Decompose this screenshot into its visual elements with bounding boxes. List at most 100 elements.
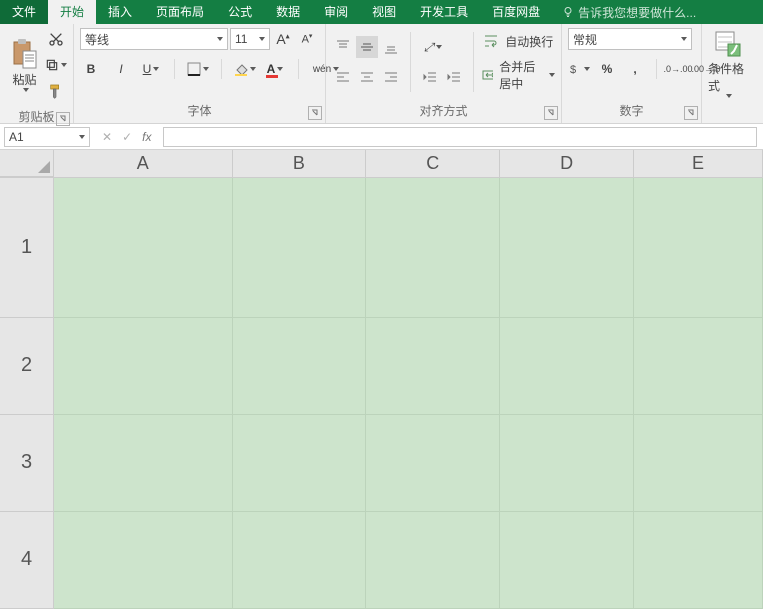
align-center-button[interactable] [356,66,378,88]
align-top-button[interactable] [332,36,354,58]
cancel-formula-button[interactable]: ✕ [102,130,112,144]
row-header[interactable]: 4 [0,511,54,608]
cell[interactable] [634,414,763,511]
tab-page-layout[interactable]: 页面布局 [144,0,216,24]
percent-button[interactable]: % [596,58,618,80]
row-header[interactable]: 2 [0,317,54,414]
tab-view[interactable]: 视图 [360,0,408,24]
formula-input[interactable] [163,127,757,147]
bold-button[interactable]: B [80,58,102,80]
align-middle-button[interactable] [356,36,378,58]
fill-color-button[interactable] [234,58,256,80]
cell[interactable] [500,414,634,511]
paste-button[interactable]: 粘贴 [6,29,43,101]
accounting-format-button[interactable]: $ [568,58,590,80]
merge-center-button[interactable]: 合并后居中 [482,58,555,92]
tab-developer[interactable]: 开发工具 [408,0,480,24]
col-header[interactable]: A [54,150,232,177]
enter-formula-button[interactable]: ✓ [122,130,132,144]
comma-button[interactable]: , [624,58,646,80]
currency-icon: $ [568,62,582,76]
dialog-launcher[interactable] [544,106,558,120]
cell[interactable] [634,317,763,414]
group-alignment: ⤢ 自动换行 合并后居中 对齐方式 [326,24,562,123]
paste-label: 粘贴 [12,71,36,88]
font-color-button[interactable]: A [264,58,286,80]
cell[interactable] [634,511,763,608]
copy-button[interactable] [45,54,67,76]
cell[interactable] [232,511,366,608]
align-right-button[interactable] [380,66,402,88]
conditional-format-button[interactable]: 条件格式 [708,28,748,100]
increase-font-button[interactable]: A▴ [272,28,294,50]
fx-button[interactable]: fx [142,130,151,144]
group-label-number: 数字 [562,100,701,123]
align-bottom-button[interactable] [380,36,402,58]
cell[interactable] [500,511,634,608]
row-header[interactable]: 3 [0,414,54,511]
formula-bar: A1 ✕ ✓ fx [0,124,763,150]
tab-baidu[interactable]: 百度网盘 [480,0,552,24]
tab-review[interactable]: 审阅 [312,0,360,24]
cond-format-icon [714,30,742,58]
font-size-combo[interactable]: 11 [230,28,270,50]
cell[interactable] [366,177,500,317]
cell[interactable] [232,177,366,317]
col-header[interactable]: D [500,150,634,177]
dialog-launcher[interactable] [308,106,322,120]
tab-bar: 文件 开始 插入 页面布局 公式 数据 审阅 视图 开发工具 百度网盘 告诉我您… [0,0,763,24]
cell[interactable] [54,511,232,608]
chevron-down-icon [549,73,555,77]
increase-indent-button[interactable] [443,66,465,88]
increase-decimal-button[interactable]: .0→.00 [667,58,689,80]
cell[interactable] [634,177,763,317]
group-styles: 条件格式 [702,24,763,123]
border-button[interactable] [187,58,209,80]
col-header[interactable]: B [232,150,366,177]
chevron-down-icon [217,37,223,41]
format-painter-button[interactable] [45,80,67,102]
italic-button[interactable]: I [110,58,132,80]
underline-button[interactable]: U [140,58,162,80]
chevron-down-icon [153,67,159,71]
cell[interactable] [54,317,232,414]
group-number: 常规 $ % , .0→.00 .00→.0 数字 [562,24,702,123]
font-name-combo[interactable]: 等线 [80,28,228,50]
launcher-icon [311,109,319,117]
cell[interactable] [500,177,634,317]
decrease-font-button[interactable]: A▾ [296,28,318,50]
tab-formulas[interactable]: 公式 [216,0,264,24]
cond-format-label: 条件格式 [708,60,748,94]
cell[interactable] [366,317,500,414]
cell[interactable] [500,317,634,414]
name-box[interactable]: A1 [4,127,90,147]
tell-me[interactable]: 告诉我您想要做什么... [552,0,702,24]
cell[interactable] [232,317,366,414]
dialog-launcher[interactable] [684,106,698,120]
tab-file[interactable]: 文件 [0,0,48,24]
group-label-font: 字体 [74,100,325,123]
cell[interactable] [366,511,500,608]
number-format-combo[interactable]: 常规 [568,28,692,50]
cell[interactable] [366,414,500,511]
orientation-button[interactable]: ⤢ [419,36,447,58]
dialog-launcher[interactable] [56,112,70,126]
cell[interactable] [232,414,366,511]
row-header[interactable]: 1 [0,177,54,317]
col-header[interactable]: C [366,150,500,177]
select-all-button[interactable] [0,150,54,177]
chevron-down-icon [23,88,29,92]
tab-insert[interactable]: 插入 [96,0,144,24]
cut-button[interactable] [45,28,67,50]
cell[interactable] [54,414,232,511]
col-header[interactable]: E [634,150,763,177]
tab-home[interactable]: 开始 [48,0,96,24]
decrease-indent-button[interactable] [419,66,441,88]
cell[interactable] [54,177,232,317]
tab-data[interactable]: 数据 [264,0,312,24]
align-left-button[interactable] [332,66,354,88]
wrap-text-button[interactable]: 自动换行 [482,33,555,50]
align-top-icon [336,40,350,54]
svg-text:$: $ [570,64,576,76]
group-label-styles [702,104,763,124]
